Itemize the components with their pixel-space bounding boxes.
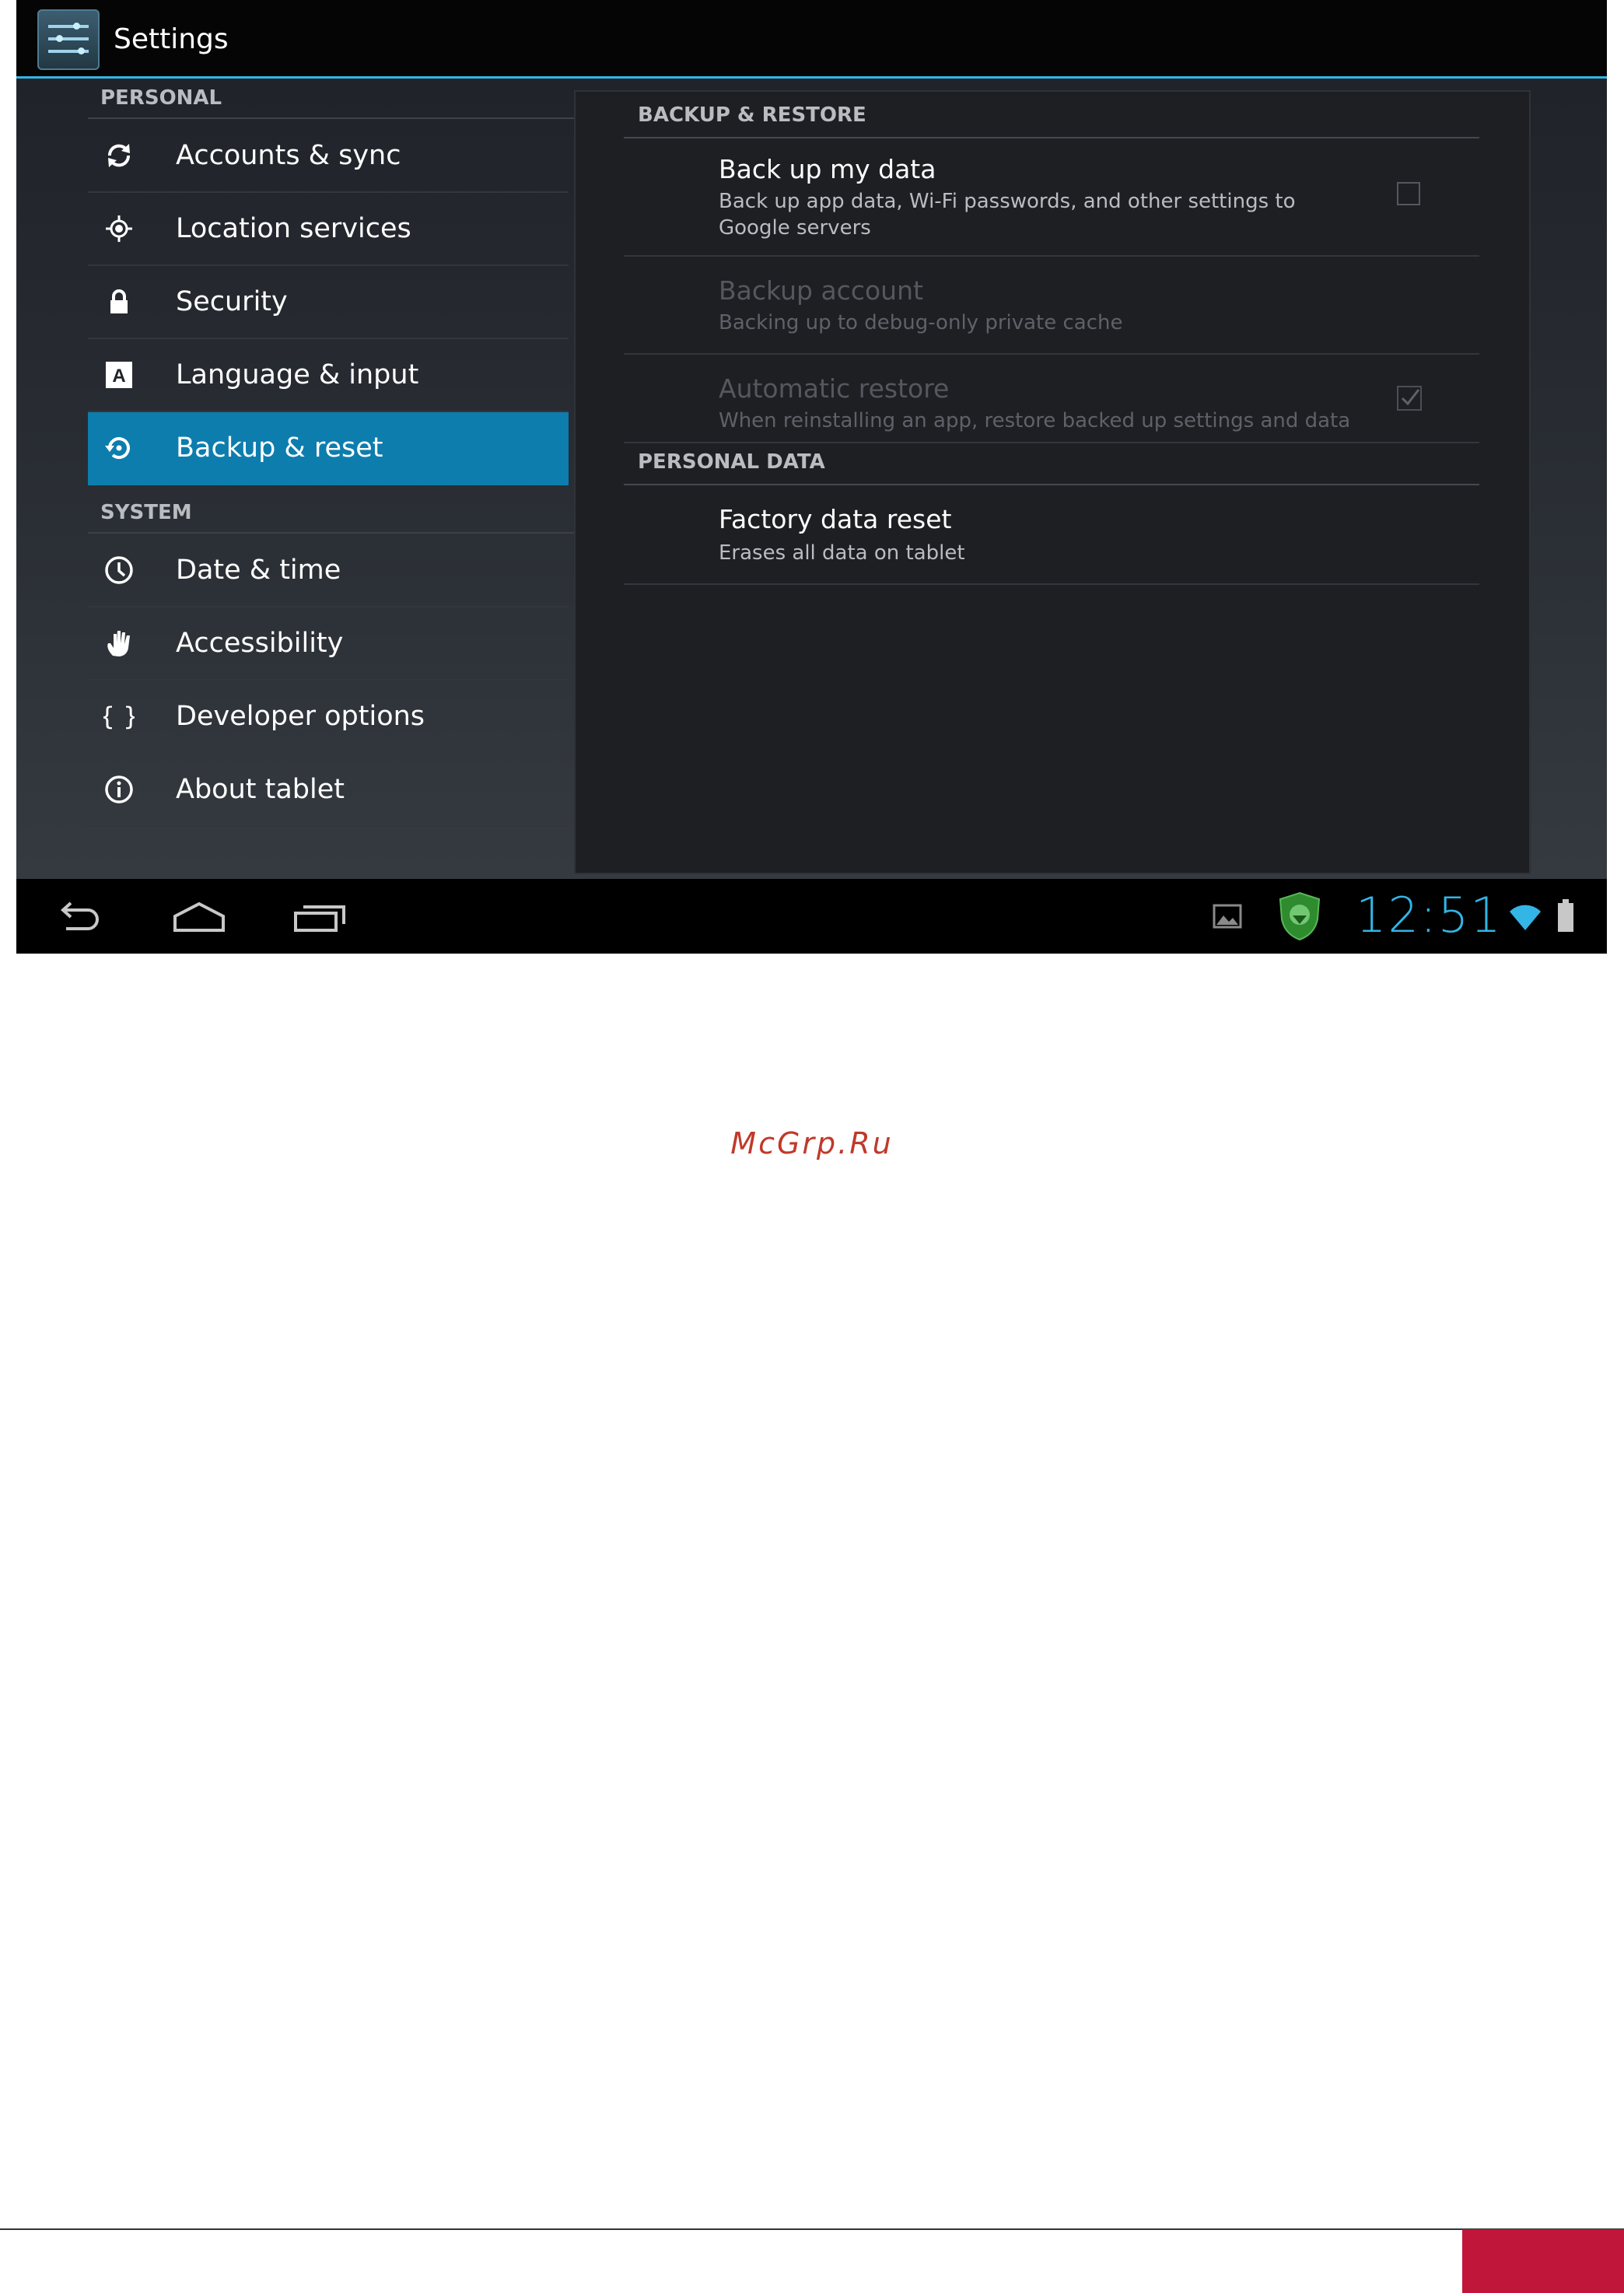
sidebar-item-accounts-sync[interactable]: Accounts & sync (88, 120, 569, 193)
svg-text:A: A (112, 366, 125, 387)
personal-data-section-header: PERSONAL DATA (624, 439, 1479, 485)
sidebar-item-date-time[interactable]: Date & time (88, 534, 569, 607)
sidebar-item-label: Language & input (176, 359, 419, 390)
lock-icon (110, 289, 128, 313)
clock-icon (105, 556, 133, 584)
sidebar-item-label: Security (176, 286, 288, 317)
sidebar-item-label: Date & time (176, 555, 341, 586)
recent-apps-icon[interactable] (285, 894, 355, 938)
sidebar-item-location-services[interactable]: Location services (88, 193, 569, 266)
pref-summary: Backing up to debug-only private cache (719, 311, 1123, 334)
backup-reset-detail-panel: BACKUP & RESTORE Back up my data Back up… (574, 90, 1531, 874)
sidebar-item-language-input[interactable]: A Language & input (88, 339, 569, 412)
info-icon (105, 775, 133, 803)
hand-icon (107, 631, 130, 656)
backup-account-pref: Backup account Backing up to debug-only … (624, 257, 1479, 355)
content-area: PERSONAL Accounts & sync Location servic… (16, 79, 1607, 879)
settings-categories-list: PERSONAL Accounts & sync Location servic… (88, 79, 587, 879)
back-up-my-data-checkbox[interactable] (1397, 182, 1420, 205)
pref-title: Factory data reset (719, 504, 952, 534)
pref-summary: Back up app data, Wi-Fi passwords, and o… (719, 190, 1296, 240)
sidebar-item-about-tablet[interactable]: About tablet (88, 754, 569, 827)
pref-title: Backup account (719, 275, 923, 306)
sidebar-item-label: Location services (176, 213, 411, 244)
sidebar-item-accessibility[interactable]: Accessibility (88, 607, 569, 681)
sidebar-item-backup-reset[interactable]: Backup & reset (88, 412, 569, 485)
status-clock: 12:51 (1356, 887, 1503, 943)
sidebar-item-label: Backup & reset (176, 432, 383, 464)
watermark-text: McGrp.Ru (730, 1126, 894, 1161)
backup-icon (105, 437, 130, 460)
location-icon (106, 215, 132, 242)
action-bar: Settings (16, 0, 1607, 79)
footer-divider (0, 2228, 1624, 2230)
pref-summary: When reinstalling an app, restore backed… (719, 409, 1351, 432)
sync-icon (107, 144, 131, 167)
system-section-header: SYSTEM (88, 493, 587, 534)
footer-accent-block (1462, 2229, 1624, 2293)
home-icon[interactable] (164, 894, 234, 938)
pref-title: Automatic restore (719, 373, 950, 404)
sidebar-item-label: Accounts & sync (176, 140, 401, 171)
pref-summary: Erases all data on tablet (719, 541, 965, 565)
sidebar-item-label: Developer options (176, 701, 425, 732)
svg-text:{ }: { } (103, 702, 135, 731)
pref-title: Back up my data (719, 154, 936, 184)
factory-data-reset-pref[interactable]: Factory data reset Erases all data on ta… (624, 485, 1479, 585)
picture-notification-icon[interactable] (1212, 901, 1243, 932)
system-navigation-bar: 12:51 (16, 879, 1607, 954)
security-shield-icon[interactable] (1274, 890, 1325, 941)
personal-section-header: PERSONAL (88, 79, 587, 119)
sidebar-item-security[interactable]: Security (88, 266, 569, 339)
settings-app-icon[interactable] (37, 9, 100, 70)
back-icon[interactable] (47, 894, 110, 938)
language-icon: A (106, 362, 132, 388)
app-title: Settings (114, 23, 229, 55)
sidebar-item-label: Accessibility (176, 628, 344, 659)
back-up-my-data-pref[interactable]: Back up my data Back up app data, Wi-Fi … (624, 138, 1479, 257)
automatic-restore-checkbox-checked (1397, 386, 1422, 411)
backup-restore-section-header: BACKUP & RESTORE (624, 92, 1479, 138)
sidebar-item-developer-options[interactable]: { } Developer options (88, 681, 569, 754)
wifi-icon (1510, 905, 1541, 930)
automatic-restore-pref: Automatic restore When reinstalling an a… (624, 355, 1479, 443)
sidebar-item-label: About tablet (176, 774, 345, 805)
braces-icon: { } (103, 702, 135, 731)
battery-icon (1558, 899, 1573, 932)
tablet-screen: Settings PERSONAL Accounts & sync Locati… (16, 0, 1607, 954)
